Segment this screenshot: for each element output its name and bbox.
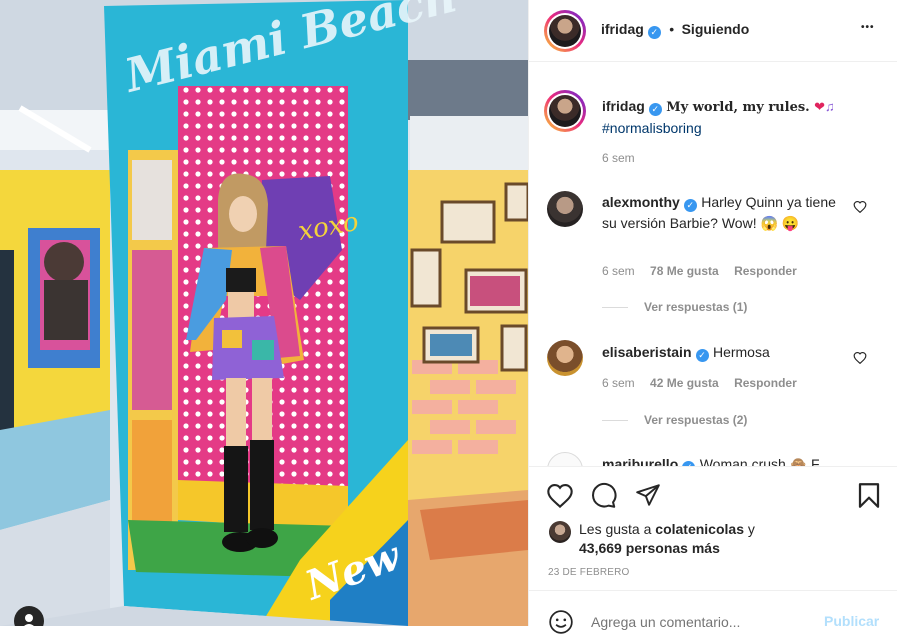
verified-icon: ✓ — [648, 103, 662, 116]
author-avatar[interactable] — [544, 10, 586, 52]
post-panel: ifridag ✓ • Siguiendo ••• ifridag ✓ My wor… — [528, 0, 897, 634]
view-replies[interactable]: Ver respuestas (2) — [602, 413, 747, 427]
comment-text: Woman crush 🙈 F — [699, 456, 820, 466]
liker-avatar[interactable] — [549, 521, 571, 543]
verified-icon: ✓ — [683, 199, 697, 212]
comment-time: 6 sem — [602, 376, 635, 390]
likes-summary: Les gusta a colatenicolas y 43,669 perso… — [579, 520, 879, 558]
comment-username[interactable]: alexmonthy — [602, 194, 680, 210]
comment-likes[interactable]: 42 Me gusta — [650, 376, 719, 390]
emoji-icon[interactable] — [548, 609, 574, 640]
heart-emoji-icon: ❤ — [814, 99, 826, 114]
caption-username[interactable]: ifridag — [602, 98, 645, 114]
post-photo[interactable]: xoxo New Miami Beach — [0, 0, 528, 626]
view-replies[interactable]: Ver respuestas (1) — [602, 300, 747, 314]
commenter-avatar[interactable] — [547, 191, 583, 227]
likes-prefix: Les gusta a — [579, 521, 652, 537]
music-emoji-icon: ♫ — [825, 99, 835, 114]
bookmark-icon[interactable] — [857, 482, 881, 514]
more-icon[interactable]: ••• — [861, 22, 875, 33]
comments-list[interactable]: ifridag ✓ My world, my rules. ❤♫ #normali… — [529, 62, 897, 466]
view-replies-label[interactable]: Ver respuestas (2) — [644, 413, 747, 427]
publish-button[interactable]: Publicar — [824, 613, 879, 629]
likes-others[interactable]: 43,669 personas más — [579, 540, 720, 556]
dot-separator: • — [669, 21, 675, 37]
reply-button[interactable]: Responder — [734, 376, 797, 390]
verified-icon: ✓ — [647, 26, 661, 39]
comment-likes[interactable]: 78 Me gusta — [650, 264, 719, 278]
comment: alexmonthy ✓ Harley Quinn ya tiene su ver… — [602, 192, 852, 234]
caption: ifridag ✓ My world, my rules. ❤♫ #normali… — [602, 96, 884, 139]
follow-status-button[interactable]: Siguiendo — [682, 21, 750, 37]
comment-text: Hermosa — [712, 344, 770, 360]
post-header: ifridag ✓ • Siguiendo ••• — [529, 0, 897, 62]
divider — [602, 307, 628, 309]
verified-icon: ✓ — [695, 349, 709, 362]
comment-username[interactable]: elisaberistain — [602, 344, 692, 360]
comment-like-heart-icon[interactable] — [853, 200, 867, 218]
commenter-avatar[interactable] — [547, 340, 583, 376]
comment: mariburello✓ Woman crush 🙈 F — [602, 454, 852, 466]
reply-button[interactable]: Responder — [734, 264, 797, 278]
post-actions: Les gusta a colatenicolas y 43,669 perso… — [529, 466, 897, 590]
add-comment-bar: Publicar — [529, 590, 897, 634]
caption-text: My world, my rules. — [666, 100, 810, 115]
share-icon[interactable] — [635, 482, 661, 513]
caption-avatar[interactable] — [544, 90, 586, 132]
view-replies-label[interactable]: Ver respuestas (1) — [644, 300, 747, 314]
comment-input[interactable] — [591, 611, 811, 633]
caption-time: 6 sem — [602, 151, 635, 165]
post-image: xoxo New Miami Beach — [0, 0, 528, 626]
divider — [602, 420, 628, 422]
post-date[interactable]: 23 DE FEBRERO — [548, 567, 630, 578]
likes-suffix: y — [747, 521, 755, 537]
comment-like-heart-icon[interactable] — [853, 351, 867, 369]
liker-username[interactable]: colatenicolas — [655, 521, 744, 537]
comment-time: 6 sem — [602, 264, 635, 278]
comment-icon[interactable] — [590, 482, 617, 514]
heart-icon[interactable] — [546, 482, 574, 513]
tagged-users-icon[interactable] — [14, 606, 44, 626]
author-username[interactable]: ifridag — [601, 21, 644, 37]
comment: elisaberistain ✓ Hermosa — [602, 342, 852, 363]
caption-hashtag[interactable]: #normalisboring — [602, 120, 702, 136]
commenter-avatar[interactable] — [547, 452, 583, 466]
comment-username[interactable]: mariburello — [602, 456, 678, 466]
